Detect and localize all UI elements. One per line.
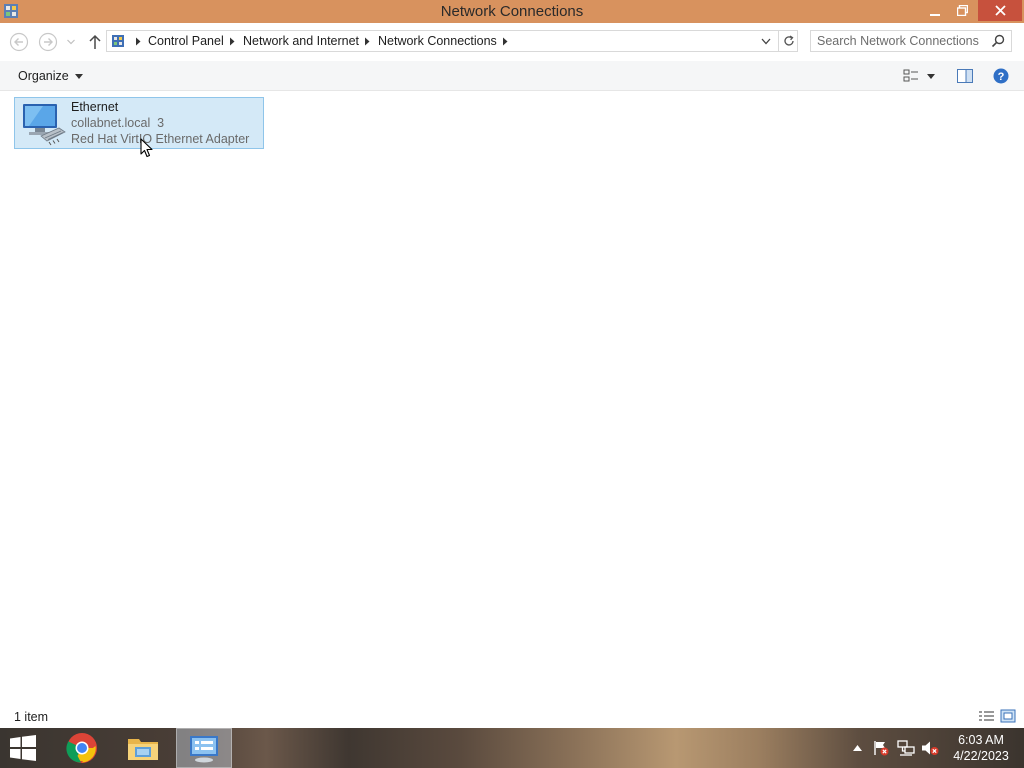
search-input[interactable] [817,33,987,49]
up-button[interactable] [84,31,106,53]
svg-text:?: ? [998,71,1005,83]
breadcrumb-separator-icon[interactable] [134,37,142,46]
large-icons-view-icon[interactable] [1000,709,1017,724]
ethernet-adapter-icon [23,104,66,146]
breadcrumb-separator-icon[interactable] [501,37,509,46]
search-icon[interactable] [991,34,1005,48]
dropdown-arrow-icon [74,73,83,79]
clock-date: 4/22/2023 [953,749,1009,763]
details-view-icon[interactable] [978,709,995,724]
search-box[interactable] [810,30,1012,52]
preview-pane-button[interactable] [954,66,976,86]
refresh-icon [783,35,794,46]
minimize-button[interactable] [922,0,948,21]
network-icon [897,740,915,756]
recent-locations-button[interactable] [64,31,78,53]
help-icon: ? [993,68,1009,84]
address-toolbar: Control Panel Network and Internet Netwo… [0,23,1024,61]
start-icon [10,735,36,761]
connection-adapter: Red Hat VirtIO Ethernet Adapter [71,132,250,146]
close-button[interactable] [978,0,1022,21]
help-button[interactable]: ? [990,66,1012,86]
action-center-button[interactable] [872,728,890,768]
back-arrow-icon [9,32,29,52]
network-connections-icon [190,736,218,763]
organize-label: Organize [18,69,69,83]
breadcrumb-separator-icon[interactable] [363,37,371,46]
breadcrumb-control-panel[interactable]: Control Panel [148,34,224,48]
chevron-down-icon [761,38,771,44]
taskbar: 6:03 AM 4/22/2023 [0,728,1024,768]
chevron-down-icon [67,39,75,45]
refresh-button[interactable] [778,31,798,51]
network-connections-taskbar-button[interactable] [176,728,232,768]
clock-time: 6:03 AM [958,733,1004,747]
restore-button[interactable] [949,0,975,21]
view-menu-dropdown[interactable] [924,66,938,86]
window-title: Network Connections [440,3,584,20]
file-explorer-icon [128,739,158,760]
forward-arrow-icon [38,32,58,52]
forward-button[interactable] [37,31,59,53]
speaker-muted-icon [922,741,939,755]
organize-button[interactable]: Organize [12,65,89,87]
breadcrumb-separator-icon[interactable] [228,37,236,46]
connection-name: Ethernet [71,100,119,114]
chrome-icon [66,733,97,763]
connection-network: collabnet.local 3 [71,116,165,130]
dropdown-arrow-icon [927,73,935,79]
connection-item-ethernet[interactable]: Ethernet collabnet.local 3 Red Hat VirtI… [14,97,264,149]
volume-tray-button[interactable] [920,728,940,768]
action-center-flag-icon [874,741,889,756]
address-history-dropdown[interactable] [757,32,775,50]
chrome-taskbar-button[interactable] [60,728,104,768]
breadcrumb-network-and-internet[interactable]: Network and Internet [243,34,359,48]
title-bar[interactable]: Network Connections [0,0,1024,23]
taskbar-clock[interactable]: 6:03 AM 4/22/2023 [946,732,1016,764]
show-hidden-icons-icon [852,745,862,751]
up-arrow-icon [89,34,101,49]
connections-list[interactable]: Ethernet collabnet.local 3 Red Hat VirtI… [0,91,1024,707]
view-options-icon [903,69,918,82]
back-button[interactable] [8,31,30,53]
close-icon [994,5,1006,16]
item-count: 1 item [14,710,49,724]
preview-pane-icon [957,69,973,83]
minimize-icon [930,13,940,16]
breadcrumb-network-connections[interactable]: Network Connections [378,34,497,48]
control-panel-icon [112,35,124,47]
file-explorer-taskbar-button[interactable] [119,728,167,768]
show-hidden-icons-button[interactable] [850,728,864,768]
restore-icon [956,5,968,16]
change-view-button[interactable] [900,66,922,86]
mouse-cursor-icon [140,138,153,158]
network-tray-button[interactable] [896,728,916,768]
command-bar: Organize ? [0,61,1024,91]
start-button[interactable] [0,728,46,768]
address-bar[interactable]: Control Panel Network and Internet Netwo… [106,30,798,52]
status-bar: 1 item [0,707,1024,728]
